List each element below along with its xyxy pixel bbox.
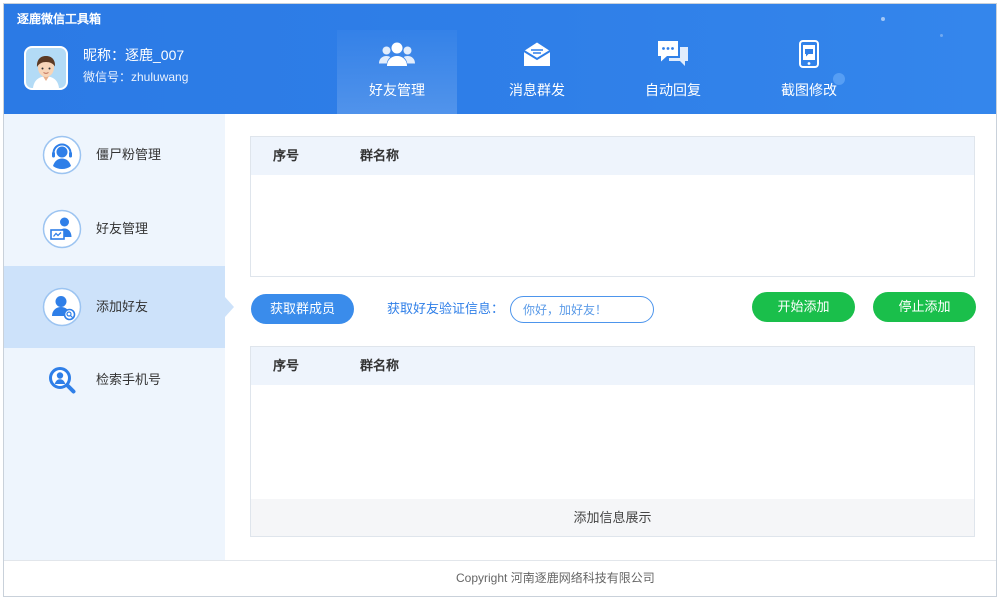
table-body[interactable] — [251, 385, 974, 499]
group-table: 序号 群名称 — [250, 136, 975, 277]
tab-label: 截图修改 — [781, 82, 837, 98]
result-table: 序号 群名称 添加信息展示 — [250, 346, 975, 537]
tab-label: 消息群发 — [509, 82, 565, 98]
column-header-group-name[interactable]: 群名称 — [360, 137, 399, 175]
app-title: 逐鹿微信工具箱 — [17, 12, 102, 26]
tab-auto-reply[interactable]: 自动回复 — [613, 30, 733, 114]
sidebar-item-label: 添加好友 — [96, 299, 149, 314]
user-board-icon — [42, 209, 82, 249]
verify-message-input[interactable] — [510, 296, 654, 323]
sidebar-item-zombie-fans[interactable]: 僵尸粉管理 — [4, 118, 225, 192]
sidebar-item-search-phone[interactable]: 检索手机号 — [4, 348, 225, 412]
envelope-icon — [523, 42, 551, 66]
header-decoration-dot — [940, 34, 943, 37]
tab-friend-management[interactable]: 好友管理 — [337, 30, 457, 114]
add-info-display: 添加信息展示 — [251, 499, 974, 536]
chat-bubbles-icon — [658, 41, 688, 66]
sidebar-item-friend-management[interactable]: 好友管理 — [4, 192, 225, 266]
tab-mass-message[interactable]: 消息群发 — [477, 30, 597, 114]
table-header: 序号 群名称 — [251, 137, 974, 175]
cartoon-avatar-icon — [26, 48, 66, 88]
headset-user-icon — [42, 135, 82, 175]
main-content: 序号 群名称 获取群成员 获取好友验证信息： 开始添加 停止添加 序号 群名称 … — [225, 114, 996, 560]
nickname: 昵称：逐鹿_007 — [83, 47, 185, 63]
sidebar: 僵尸粉管理 好友管理 添加好友 检索手机号 — [4, 114, 234, 560]
sidebar-item-label: 僵尸粉管理 — [96, 147, 162, 162]
tab-label: 好友管理 — [369, 82, 425, 98]
sidebar-item-add-friend[interactable]: 添加好友 — [4, 266, 225, 348]
sidebar-item-label: 好友管理 — [96, 221, 149, 236]
table-header: 序号 群名称 — [251, 347, 974, 385]
add-friend-icon — [42, 287, 82, 327]
users-icon — [379, 42, 415, 66]
start-adding-button[interactable]: 开始添加 — [752, 292, 855, 322]
table-body[interactable] — [251, 175, 974, 276]
column-header-index[interactable]: 序号 — [273, 137, 299, 175]
search-user-icon — [49, 367, 76, 394]
stop-adding-button[interactable]: 停止添加 — [873, 292, 976, 322]
phone-icon — [799, 40, 819, 68]
tab-label: 自动回复 — [645, 82, 701, 98]
copyright-text: Copyright 河南逐鹿网络科技有限公司 — [456, 571, 655, 585]
header: 逐鹿微信工具箱 昵称：逐鹿_007 微信号：zhuluwang 好友管理 消息群… — [4, 4, 996, 114]
header-decoration-dot — [881, 17, 885, 21]
footer: Copyright 河南逐鹿网络科技有限公司 — [4, 560, 996, 596]
wechat-id: 微信号：zhuluwang — [83, 70, 189, 84]
tab-screenshot-edit[interactable]: 截图修改 — [749, 30, 869, 114]
avatar[interactable] — [24, 46, 68, 90]
fetch-group-members-button[interactable]: 获取群成员 — [251, 294, 354, 324]
column-header-index[interactable]: 序号 — [273, 347, 299, 385]
sidebar-item-label: 检索手机号 — [96, 372, 162, 387]
column-header-group-name[interactable]: 群名称 — [360, 347, 399, 385]
verify-message-label: 获取好友验证信息： — [387, 301, 505, 316]
app-window: 逐鹿微信工具箱 昵称：逐鹿_007 微信号：zhuluwang 好友管理 消息群… — [3, 3, 997, 597]
active-item-arrow — [225, 297, 234, 317]
